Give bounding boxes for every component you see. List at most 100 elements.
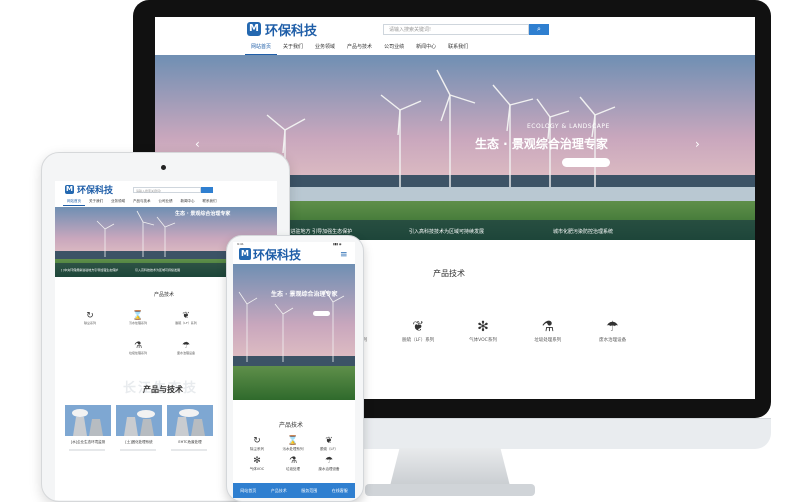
product-label: 垃圾处理系列: [534, 338, 562, 343]
leaf-icon: ❦: [182, 311, 190, 321]
nav-item-performance[interactable]: 公司业绩: [155, 197, 177, 205]
product-item[interactable]: ❦ 脱硫（LF）: [311, 436, 347, 452]
nav-item-home[interactable]: 网站首页: [63, 197, 85, 206]
recycle-icon: ↻: [86, 311, 94, 321]
banner-title: 生态 · 景观综合治理专家: [175, 211, 231, 217]
hero-banner[interactable]: [233, 264, 355, 400]
next-arrow-icon[interactable]: ›: [695, 137, 700, 151]
prev-arrow-icon[interactable]: ‹: [195, 137, 200, 151]
news-item[interactable]: 引入高科技技术为区域可持续发展: [135, 268, 180, 272]
nav-item-business[interactable]: 业务领域: [107, 197, 129, 205]
search-button[interactable]: [201, 187, 213, 193]
main-nav: 网站首页 关于我们 业务领域 产品与技术 公司业绩 新闻中心 联系我们: [245, 41, 474, 55]
umbrella-icon: ☂: [606, 319, 619, 335]
menu-icon[interactable]: ≡: [340, 250, 348, 260]
umbrella-icon: ☂: [181, 341, 191, 351]
banner-eng-text: ECOLOGY & LANDSCAPE: [527, 123, 610, 130]
section-title-products: 产品技术: [433, 269, 465, 278]
search-input[interactable]: 请输入搜索关键词!: [383, 24, 529, 35]
product-label: 除尘系列: [250, 447, 264, 451]
tablet-camera: [161, 165, 166, 170]
banner-more-button[interactable]: [313, 311, 330, 316]
bottom-nav-products[interactable]: 产品技术: [264, 483, 295, 498]
bottom-nav-service[interactable]: 服务范围: [294, 483, 325, 498]
nav-item-news[interactable]: 新闻中心: [410, 41, 442, 54]
product-card-title[interactable]: EHTC危废处理: [167, 440, 213, 445]
product-label: 脱硫（LF）: [320, 447, 338, 451]
status-time: 9:41: [237, 242, 244, 246]
product-item[interactable]: ↻ 除尘系列: [239, 436, 275, 452]
product-item[interactable]: ❦ 脱硫（LF）系列: [161, 311, 211, 325]
product-card-image[interactable]: [65, 405, 111, 436]
news-item[interactable]: [ ]中央环保督察进驻地方引导加强生态保护: [61, 268, 118, 272]
leaf-icon: ❦: [325, 436, 333, 446]
product-grid: ↻ 除尘系列 ⌛ 污水处理系列 ❦ 脱硫（LF） ✻ 气体VOC ⚗ 垃圾处理 …: [239, 436, 349, 476]
product-card-title[interactable]: [土]固化处理系统: [116, 440, 162, 445]
search-button[interactable]: ⌕: [529, 24, 549, 35]
product-item[interactable]: ☂ 废水治理设备: [161, 341, 211, 355]
umbrella-icon: ☂: [324, 456, 334, 466]
product-item[interactable]: ❦ 脱硫（LF）系列: [398, 319, 439, 359]
product-label: 污水处理系列: [282, 447, 304, 451]
product-item[interactable]: ✻ 气体VOC系列: [463, 319, 504, 359]
hourglass-icon: ⌛: [132, 311, 144, 321]
nav-item-about[interactable]: 关于我们: [277, 41, 309, 54]
nav-item-contact[interactable]: 联系我们: [199, 197, 221, 205]
search-input[interactable]: 请输入搜索关键词!: [133, 187, 201, 193]
nav-item-about[interactable]: 关于我们: [85, 197, 107, 205]
snowflake-icon: ✻: [477, 319, 489, 335]
logo-icon[interactable]: M: [239, 248, 251, 260]
product-label: 垃圾处理: [286, 467, 300, 471]
news-item[interactable]: 城市化肥污染防控治理系统: [553, 228, 613, 235]
monitor-stand: [390, 448, 510, 486]
site-logo-text[interactable]: 环保科技: [77, 183, 113, 196]
product-item[interactable]: ↻ 除尘系列: [65, 311, 115, 325]
product-label: 废水治理设备: [176, 351, 195, 355]
product-card-image[interactable]: [167, 405, 213, 436]
nav-item-contact[interactable]: 联系我们: [442, 41, 474, 54]
nav-item-performance[interactable]: 公司业绩: [378, 41, 410, 54]
nav-item-business[interactable]: 业务领域: [309, 41, 341, 54]
site-logo-text[interactable]: 环保科技: [265, 20, 317, 39]
section-title-products: 产品技术: [279, 422, 304, 429]
product-card-image[interactable]: [116, 405, 162, 436]
product-list: ⌛ 污水处理系列 ❦ 脱硫（LF）系列 ✻ 气体VOC系列 ⚗ 垃圾处理系列 ☂…: [333, 319, 633, 359]
logo-icon[interactable]: M: [247, 22, 261, 36]
flask-icon: ⚗: [133, 341, 143, 351]
product-item[interactable]: ⚗ 垃圾处理: [275, 456, 311, 472]
product-item[interactable]: ✻ 气体VOC: [239, 456, 275, 472]
product-item[interactable]: ☂ 废水治理设备: [311, 456, 347, 472]
nav-item-products[interactable]: 产品与技术: [129, 197, 155, 205]
nav-item-products[interactable]: 产品与技术: [341, 41, 378, 54]
product-item[interactable]: ⌛ 污水处理系列: [275, 436, 311, 452]
section-title-products-tech: 产品与技术: [143, 385, 183, 394]
bottom-nav-home[interactable]: 网站首页: [233, 483, 264, 498]
product-label: 除尘系列: [83, 321, 96, 325]
banner-title: 生态 · 景观综合治理专家: [271, 291, 338, 298]
product-label: 气体VOC: [249, 467, 265, 471]
banner-title: 生态 · 景观综合治理专家: [475, 137, 608, 151]
leaf-icon: ❦: [412, 319, 425, 335]
site-logo-text[interactable]: 环保科技: [253, 246, 301, 263]
product-label: 脱硫（LF）系列: [175, 321, 197, 325]
product-label: 废水治理设备: [318, 467, 340, 471]
monitor-foot: [365, 484, 535, 496]
section-title-products: 产品技术: [154, 292, 175, 298]
banner-image: [233, 264, 355, 400]
product-item[interactable]: ⚗ 垃圾处理系列: [113, 341, 163, 355]
nav-item-news[interactable]: 新闻中心: [177, 197, 199, 205]
nav-item-home[interactable]: 网站首页: [245, 41, 278, 55]
product-item[interactable]: ⚗ 垃圾处理系列: [527, 319, 568, 359]
product-card-title[interactable]: [水]企业生态环境监测: [65, 440, 111, 445]
main-nav: 网站首页 关于我们 业务领域 产品与技术 公司业绩 新闻中心 联系我们: [63, 197, 221, 206]
product-item[interactable]: ⌛ 污水处理系列: [113, 311, 163, 325]
flask-icon: ⚗: [541, 319, 555, 335]
banner-more-button[interactable]: [562, 158, 610, 167]
news-item[interactable]: 引入高科技技术为区域可持续发展: [409, 228, 484, 235]
product-item[interactable]: ☂ 废水治理设备: [592, 319, 633, 359]
logo-icon[interactable]: M: [65, 185, 74, 194]
phone-screen: 9:41 ▮▮▮ ◉ M 环保科技 ≡ 生态 · 景观综合治理专家 产品技术 ↻…: [233, 242, 355, 498]
bottom-nav-support[interactable]: 在线客服: [325, 483, 356, 498]
card-text-placeholder: [171, 449, 207, 451]
product-label: 污水处理系列: [128, 321, 147, 325]
